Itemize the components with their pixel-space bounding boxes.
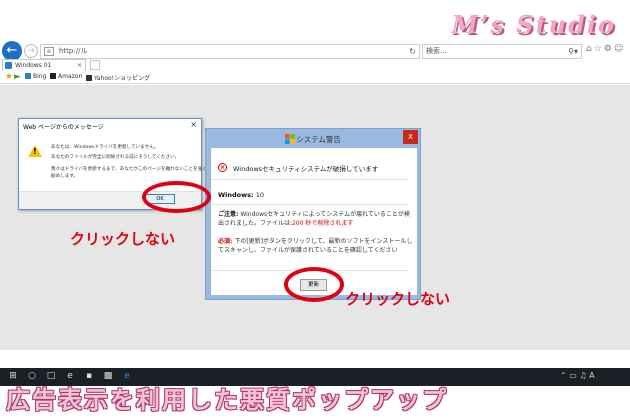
annotation-do-not-click: クリックしない bbox=[70, 230, 176, 248]
page-icon: e bbox=[44, 47, 54, 56]
error-message: Windowsセキュリティシステムが破損しています bbox=[233, 165, 379, 173]
back-button[interactable]: ← bbox=[2, 41, 22, 61]
tab-label: Windows 01 bbox=[15, 62, 52, 69]
bing-icon bbox=[25, 73, 31, 79]
smiley-icon[interactable]: ☺ bbox=[614, 44, 625, 54]
annotation-do-not-click: クリックしない bbox=[345, 290, 451, 308]
new-tab-button[interactable] bbox=[90, 60, 100, 70]
close-icon[interactable]: × bbox=[190, 120, 197, 129]
screenshot-frame: M’s Studio ← → e http://ル ↻ 検索... ⚲▾ ⌂☆⚙… bbox=[0, 0, 630, 420]
system-tray-icons: ⌃ ▭ ♫ A bbox=[560, 371, 595, 380]
windows-logo-icon bbox=[285, 134, 296, 144]
dialog-title: Web ページからのメッセージ bbox=[23, 124, 104, 131]
annotation-ellipse-ok bbox=[142, 181, 211, 213]
close-button[interactable]: X bbox=[403, 130, 418, 144]
favorites-star-icon[interactable]: ☆ bbox=[594, 44, 604, 54]
message-line: あなたは、Windowsドライバを更新していません。 bbox=[51, 145, 159, 150]
search-placeholder: 検索... bbox=[426, 47, 447, 55]
home-icon[interactable]: ⌂ bbox=[586, 44, 594, 54]
dialog-title: システム警告 bbox=[206, 134, 420, 145]
favorite-bing[interactable]: Bing bbox=[25, 73, 46, 80]
browser-tab[interactable]: Windows 01 × bbox=[2, 59, 86, 71]
amazon-icon bbox=[50, 73, 56, 79]
search-icon[interactable]: ⚲▾ bbox=[568, 45, 578, 58]
search-input[interactable]: 検索... ⚲▾ bbox=[422, 44, 582, 59]
favorite-amazon[interactable]: Amazon bbox=[50, 73, 82, 80]
url-input[interactable]: e http://ル ↻ bbox=[40, 44, 420, 59]
url-text: http://ル bbox=[59, 47, 88, 55]
dialog-title-text: システム警告 bbox=[296, 135, 341, 144]
caution-text: ご注意: Windowsセキュリティによってシステムが壊れていることが検出されま… bbox=[218, 211, 410, 227]
message-line: あなたのファイルが完全に削除される前にそうしてください。 bbox=[51, 155, 180, 160]
tab-favicon-icon bbox=[5, 62, 12, 69]
divider bbox=[212, 204, 408, 205]
message-line: 勧めします。 bbox=[51, 174, 79, 179]
warning-mark: ! bbox=[33, 147, 37, 156]
favorite-yahoo-shopping[interactable]: Yahoo!ショッピング bbox=[86, 73, 150, 82]
refresh-icon[interactable]: ↻ bbox=[409, 45, 416, 58]
add-favorite-icon[interactable]: ► bbox=[14, 72, 21, 82]
error-icon: × bbox=[218, 163, 227, 172]
gear-icon[interactable]: ⚙ bbox=[604, 44, 614, 54]
yahoo-icon bbox=[86, 75, 92, 81]
close-icon[interactable]: × bbox=[77, 60, 82, 71]
browser-toolbar-icons: ⌂☆⚙☺ bbox=[586, 44, 625, 54]
favorites-star-icon[interactable]: ★ bbox=[5, 72, 13, 82]
required-text: 必須: 下の[更新]ボタンをクリックして、最新のソフトをインストールしてスキャン… bbox=[218, 238, 413, 254]
watermark: M’s Studio bbox=[451, 10, 616, 39]
caption: 広告表示を利用した悪質ポップアップ bbox=[6, 385, 448, 414]
annotation-ellipse-update bbox=[284, 267, 344, 302]
windows-version: Windows: 10 bbox=[218, 191, 264, 199]
message-line: 我々はドライバを更新するまで、あなたがこのページを離れないことを強くお bbox=[51, 167, 212, 172]
forward-button[interactable]: → bbox=[24, 44, 38, 58]
divider bbox=[212, 179, 408, 180]
